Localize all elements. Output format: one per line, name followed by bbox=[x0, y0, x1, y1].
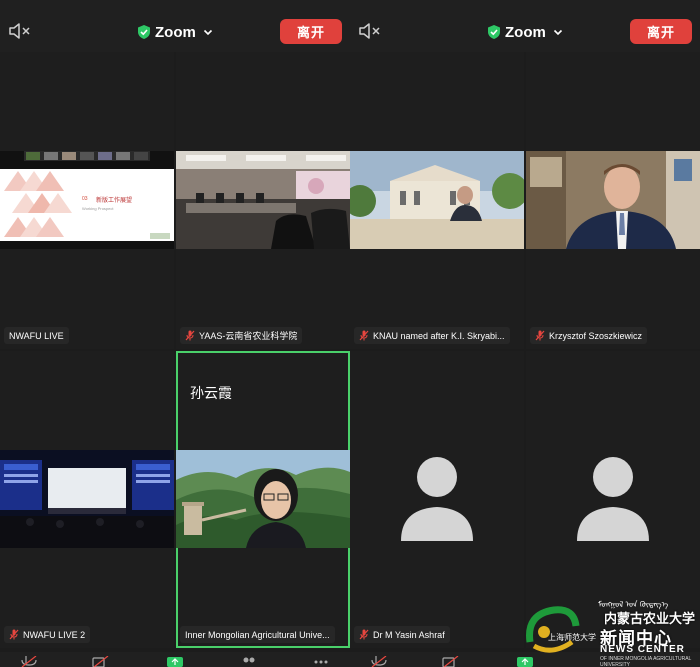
mute-icon[interactable] bbox=[20, 656, 38, 667]
chevron-down-icon bbox=[203, 29, 212, 36]
participant-name-tag: Krzysztof Szoszkiewicz bbox=[530, 327, 648, 344]
participant-name: Dr M Yasin Ashraf bbox=[373, 629, 445, 640]
security-shield-icon bbox=[138, 25, 150, 39]
participant-name: NWAFU LIVE 2 bbox=[23, 629, 86, 640]
news-center-watermark: 上海师范大学 ᠮᠣᠩᠭᠣᠯ ᠤᠨ ᠬᠥᠳᠡᠭ᠎ᠡ 内蒙古农业大学 新闻中心 NE… bbox=[518, 596, 700, 667]
video-tile-yasin-ashraf[interactable]: Dr M Yasin Ashraf bbox=[350, 351, 524, 648]
video-icon[interactable] bbox=[442, 656, 460, 667]
mic-muted-icon bbox=[185, 330, 195, 341]
meeting-controls-bar bbox=[0, 652, 350, 667]
speaker-muted-icon[interactable] bbox=[8, 21, 32, 41]
university-logo-icon bbox=[526, 606, 580, 653]
meeting-title: Zoom bbox=[155, 23, 196, 41]
slide-title: 新版工作展望 bbox=[96, 198, 133, 204]
shnu-label: 上海师范大学 bbox=[548, 633, 596, 642]
meeting-title-dropdown[interactable]: Zoom bbox=[488, 22, 563, 42]
auditorium-video bbox=[0, 450, 174, 548]
meeting-top-bar: Zoom 离开 bbox=[350, 0, 700, 52]
zoom-window-right: Zoom 离开 KNAU named after K.I. Skryabi...… bbox=[350, 0, 700, 667]
share-screen-icon[interactable] bbox=[166, 656, 184, 667]
participant-name-tag: KNAU named after K.I. Skryabi... bbox=[354, 327, 510, 344]
mic-muted-icon bbox=[535, 330, 545, 341]
meeting-title: Zoom bbox=[505, 23, 546, 41]
video-tile-yaas[interactable]: YAAS-云南省农业科学院 bbox=[176, 52, 350, 349]
participant-name: YAAS-云南省农业科学院 bbox=[199, 331, 298, 341]
participant-name-tag: YAAS-云南省农业科学院 bbox=[180, 327, 303, 344]
participant-name: KNAU named after K.I. Skryabi... bbox=[373, 330, 505, 341]
speaker-display-name: 孙云霞 bbox=[190, 385, 232, 401]
participant-name: Inner Mongolian Agricultural Unive... bbox=[185, 629, 330, 640]
news-center-en: NEWS CENTER bbox=[600, 644, 685, 655]
slide-subtitle: Working Prospect bbox=[82, 206, 114, 211]
video-tile-nwafu-live[interactable]: 03 新版工作展望 Working Prospect NWAFU LIVE bbox=[0, 52, 174, 349]
office-video bbox=[526, 151, 700, 249]
leave-button[interactable]: 离开 bbox=[280, 19, 342, 44]
mic-muted-icon bbox=[359, 629, 369, 640]
conference-room-video bbox=[176, 151, 350, 249]
participants-icon[interactable] bbox=[240, 656, 258, 667]
chevron-down-icon bbox=[553, 29, 562, 36]
building-backdrop-video bbox=[350, 151, 524, 249]
video-icon[interactable] bbox=[92, 656, 110, 667]
participant-name: Krzysztof Szoszkiewicz bbox=[549, 330, 643, 341]
mic-muted-icon bbox=[9, 629, 19, 640]
participant-name: NWAFU LIVE bbox=[9, 330, 64, 341]
default-avatar-icon bbox=[577, 457, 649, 541]
video-tile-krzysztof[interactable]: Krzysztof Szoszkiewicz bbox=[526, 52, 700, 349]
video-tile-nwafu-live-2[interactable]: NWAFU LIVE 2 bbox=[0, 351, 174, 648]
participant-name-tag: Inner Mongolian Agricultural Unive... bbox=[180, 626, 335, 643]
mute-icon[interactable] bbox=[370, 656, 388, 667]
meeting-top-bar: Zoom 离开 bbox=[0, 0, 350, 52]
speaker-muted-icon[interactable] bbox=[358, 21, 382, 41]
participant-name-tag: NWAFU LIVE bbox=[4, 327, 69, 344]
news-center-subtitle: OF INNER MONGOLIA AGRICULTURAL UNIVERSIT… bbox=[600, 656, 692, 667]
participant-name-tag: Dr M Yasin Ashraf bbox=[354, 626, 450, 643]
security-shield-icon bbox=[488, 25, 500, 39]
speaker-video bbox=[176, 450, 350, 548]
default-avatar-icon bbox=[401, 457, 473, 541]
video-tile-knau[interactable]: KNAU named after K.I. Skryabi... bbox=[350, 52, 524, 349]
zoom-window-left: Zoom 离开 03 新版工作展望 Working Prospect NWAFU… bbox=[0, 0, 350, 667]
participant-name-tag: NWAFU LIVE 2 bbox=[4, 626, 91, 643]
meeting-title-dropdown[interactable]: Zoom bbox=[138, 22, 213, 42]
mic-muted-icon bbox=[359, 330, 369, 341]
video-tile-inner-mongolian-active-speaker[interactable]: 孙云霞 Inner Mongolian Agricultural Unive..… bbox=[176, 351, 350, 648]
leave-button[interactable]: 离开 bbox=[630, 19, 692, 44]
shared-slide-video: 03 新版工作展望 Working Prospect bbox=[0, 151, 174, 249]
slide-number: 03 bbox=[82, 196, 88, 202]
more-icon[interactable] bbox=[312, 656, 330, 667]
